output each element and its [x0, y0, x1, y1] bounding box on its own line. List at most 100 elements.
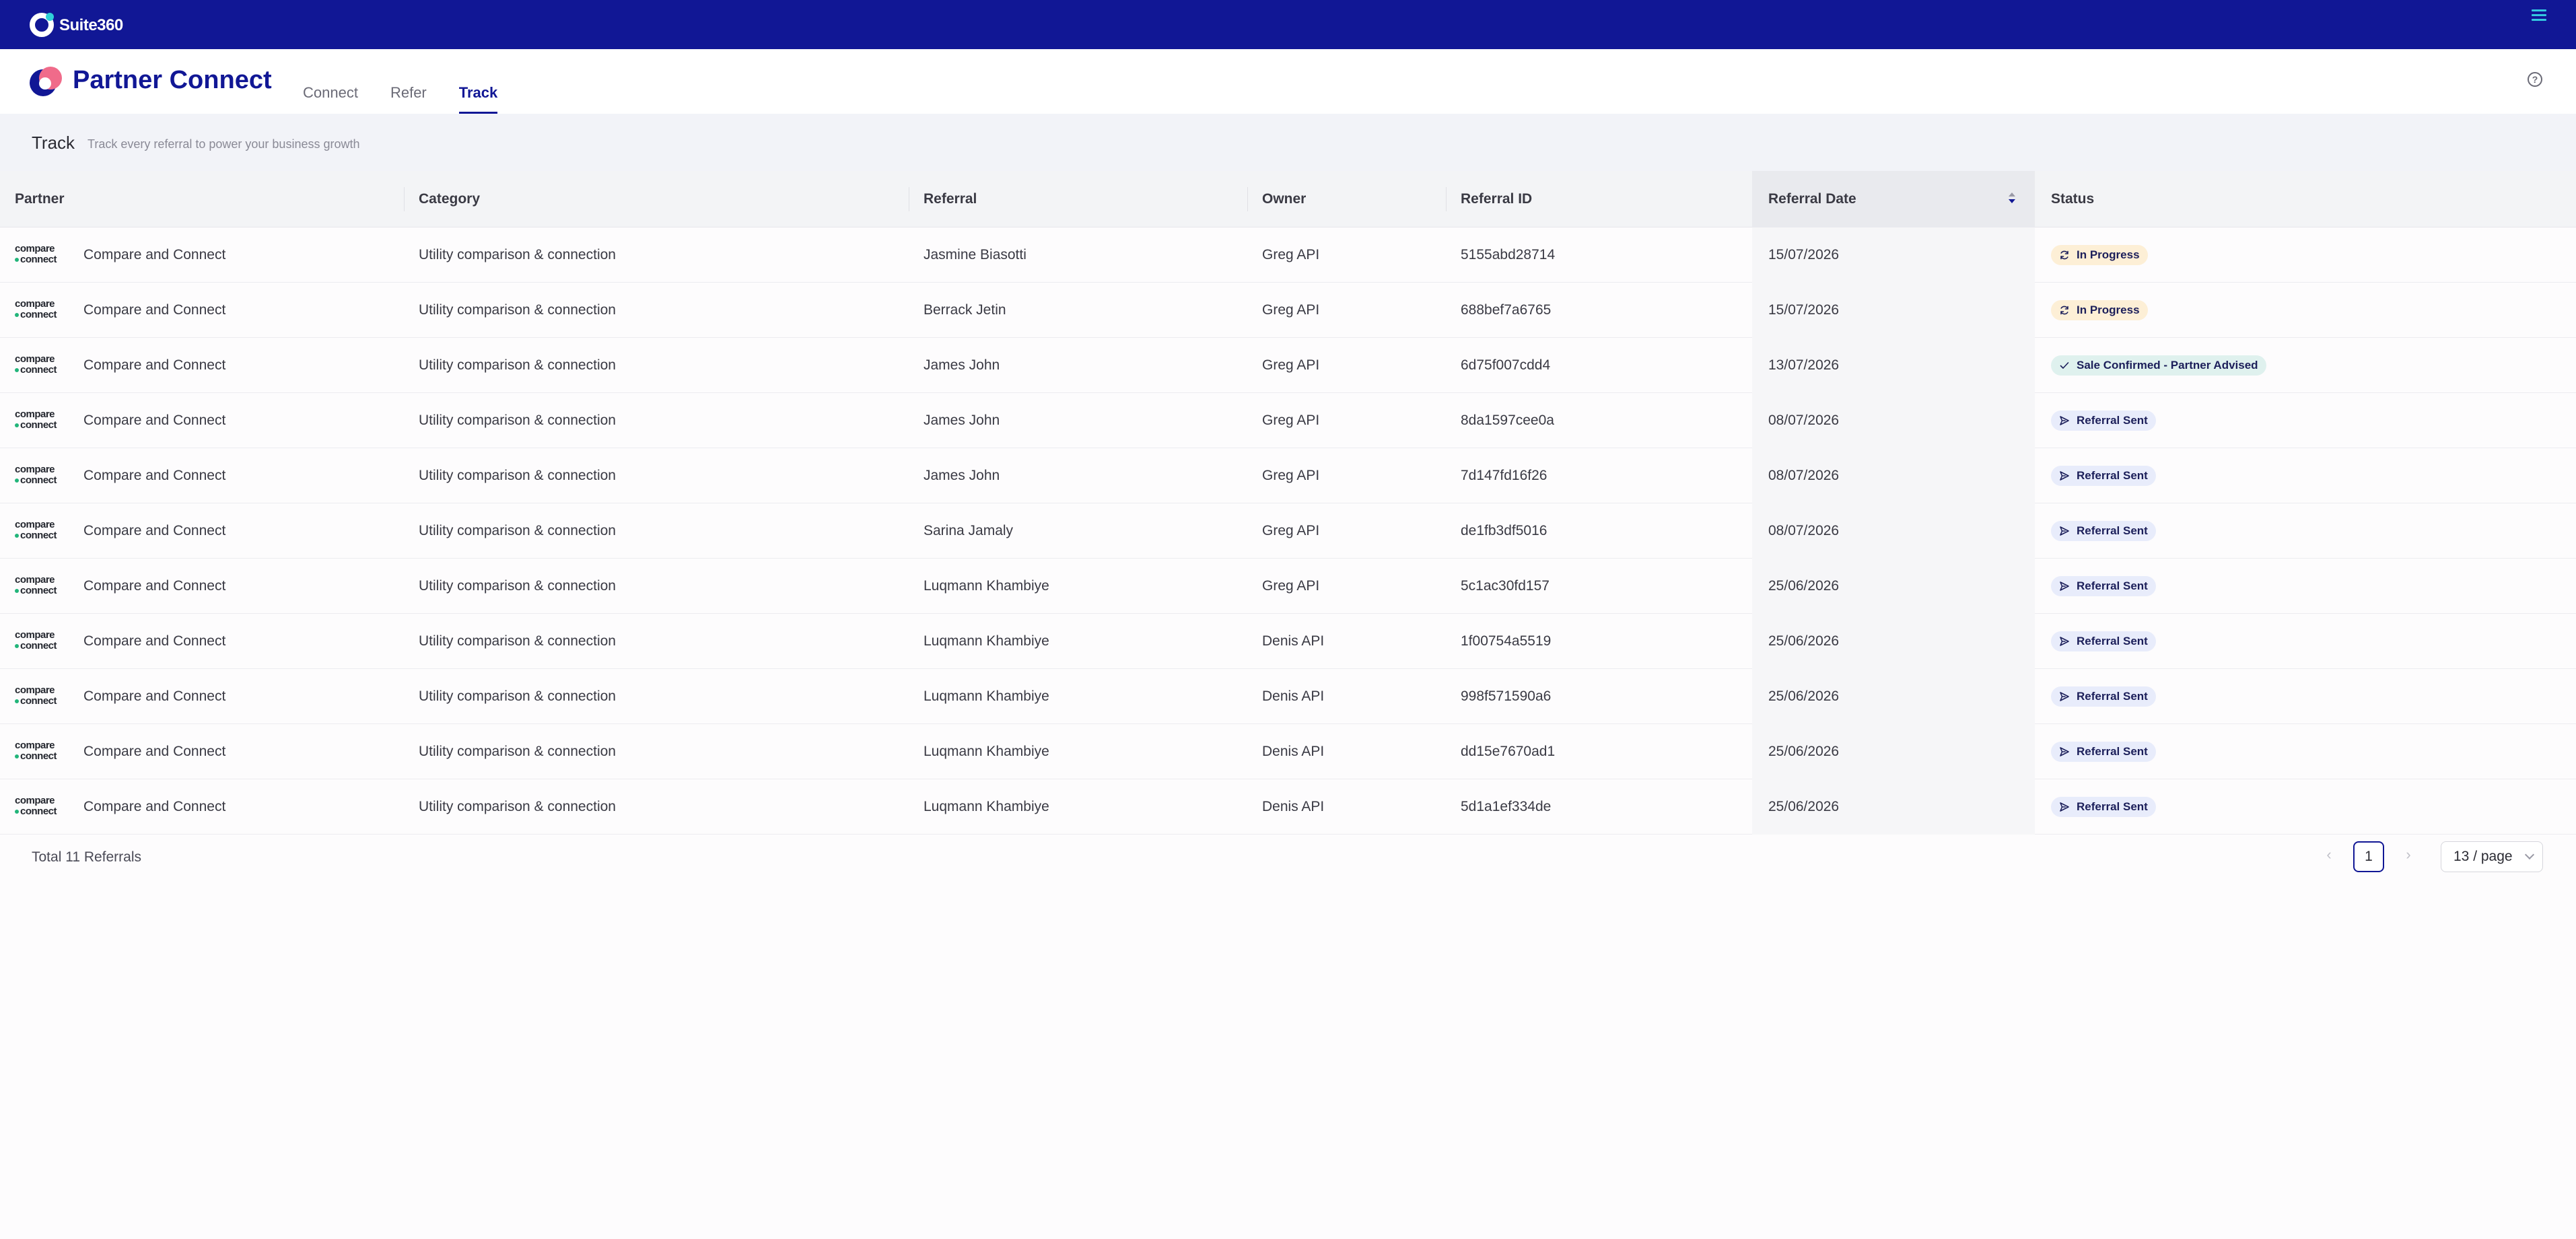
hamburger-menu-icon[interactable]	[2532, 9, 2546, 22]
column-header-status: Status	[2051, 191, 2095, 207]
status-badge-referral-sent: Referral Sent	[2051, 466, 2156, 486]
chevron-left-icon[interactable]: ‹	[2321, 841, 2337, 868]
referral-name-cell: Jasmine Biasotti	[924, 247, 1026, 262]
owner-cell: Greg API	[1262, 468, 1320, 483]
partner-logo-icon: compare connect	[15, 740, 73, 765]
section-title: Track	[32, 133, 75, 153]
referral-date-cell: 25/06/2026	[1768, 799, 1840, 814]
owner-cell: Greg API	[1262, 302, 1320, 318]
category-cell: Utility comparison & connection	[419, 247, 616, 262]
referral-name-cell: Luqmann Khambiye	[924, 799, 1049, 814]
owner-cell: Denis API	[1262, 744, 1325, 759]
referrals-table: Partner Category Referral Owner Referral…	[0, 171, 2576, 835]
partner-name: Compare and Connect	[83, 413, 226, 428]
app-brand[interactable]: Suite360	[59, 16, 123, 35]
column-header-category: Category	[419, 191, 481, 207]
referral-name-cell: James John	[924, 413, 1000, 428]
tab-refer[interactable]: Refer	[390, 81, 427, 114]
referral-id-cell: dd15e7670ad1	[1461, 744, 1556, 759]
partner-logo-icon: compare connect	[15, 685, 73, 709]
table-row[interactable]: compare connect Compare and Connect Utility…	[0, 503, 2576, 559]
partner-logo-icon: compare connect	[15, 299, 73, 323]
referral-id-cell: 1f00754a5519	[1461, 633, 1552, 649]
referral-name-cell: James John	[924, 357, 1000, 373]
status-badge-referral-sent: Referral Sent	[2051, 631, 2156, 651]
send-icon	[2060, 802, 2069, 812]
nav-tabs: Connect Refer Track	[303, 81, 530, 114]
section-header: Track Track every referral to power your…	[0, 114, 2576, 171]
partner-name: Compare and Connect	[83, 578, 226, 594]
partner-name: Compare and Connect	[83, 357, 226, 373]
sync-icon	[2060, 250, 2068, 260]
owner-cell: Greg API	[1262, 413, 1320, 428]
check-icon	[2060, 362, 2069, 369]
tab-connect[interactable]: Connect	[303, 81, 358, 114]
partner-logo-icon: compare connect	[15, 244, 73, 268]
table-row[interactable]: compare connect Compare and Connect Utility…	[0, 779, 2576, 835]
column-header-referral: Referral	[924, 191, 977, 207]
table-row[interactable]: compare connect Compare and Connect Utility…	[0, 724, 2576, 779]
category-cell: Utility comparison & connection	[419, 633, 616, 649]
section-description: Track every referral to power your busin…	[88, 137, 360, 151]
table-row[interactable]: compare connect Compare and Connect Utility…	[0, 338, 2576, 393]
send-icon	[2060, 471, 2069, 481]
page-header: Partner Connect Connect Refer Track ?	[0, 49, 2576, 114]
owner-cell: Greg API	[1262, 247, 1320, 262]
send-icon	[2060, 692, 2069, 701]
partner-logo-icon: compare connect	[15, 354, 73, 378]
table-row[interactable]: compare connect Compare and Connect Utility…	[0, 283, 2576, 338]
partner-logo-icon: compare connect	[15, 795, 73, 820]
status-badge-referral-sent: Referral Sent	[2051, 797, 2156, 817]
tab-track[interactable]: Track	[458, 81, 498, 114]
partner-logo-icon: compare connect	[15, 575, 73, 599]
suite360-logo-icon[interactable]	[30, 13, 54, 37]
referral-name-cell: Luqmann Khambiye	[924, 633, 1049, 649]
column-header-referral-date-cell[interactable]: Referral Date	[1752, 171, 2035, 227]
referral-id-cell: 998f571590a6	[1461, 688, 1552, 704]
referral-name-cell: Berrack Jetin	[924, 302, 1006, 318]
category-cell: Utility comparison & connection	[419, 799, 616, 814]
send-icon	[2060, 526, 2069, 536]
referral-name-cell: Luqmann Khambiye	[924, 688, 1049, 704]
table-row[interactable]: compare connect Compare and Connect Utility…	[0, 227, 2576, 283]
table-row[interactable]: compare connect Compare and Connect Utility…	[0, 614, 2576, 669]
table-row[interactable]: compare connect Compare and Connect Utility…	[0, 448, 2576, 503]
page-size-select[interactable]: 13 / page	[2441, 841, 2543, 872]
sort-icon[interactable]	[2008, 192, 2016, 207]
send-icon	[2060, 747, 2069, 756]
owner-cell: Denis API	[1262, 688, 1325, 704]
partner-name: Compare and Connect	[83, 523, 226, 538]
column-header-referral-date: Referral Date	[1768, 191, 1856, 207]
referral-date-cell: 08/07/2026	[1768, 413, 1840, 428]
owner-cell: Denis API	[1262, 633, 1325, 649]
page-number-button[interactable]: 1	[2353, 841, 2384, 872]
owner-cell: Greg API	[1262, 578, 1320, 594]
category-cell: Utility comparison & connection	[419, 744, 616, 759]
referral-id-cell: 8da1597cee0a	[1461, 413, 1554, 428]
partner-name: Compare and Connect	[83, 302, 226, 318]
partner-logo-icon: compare connect	[15, 630, 73, 654]
table-row[interactable]: compare connect Compare and Connect Utility…	[0, 393, 2576, 448]
status-badge-referral-sent: Referral Sent	[2051, 521, 2156, 541]
partner-name: Compare and Connect	[83, 633, 226, 649]
referral-id-cell: 5c1ac30fd157	[1461, 578, 1550, 594]
referral-date-cell: 15/07/2026	[1768, 247, 1840, 262]
referral-date-cell: 25/06/2026	[1768, 633, 1840, 649]
chevron-down-icon	[2524, 849, 2535, 860]
chevron-right-icon[interactable]: ›	[2400, 841, 2416, 868]
partner-logo-icon: compare connect	[15, 464, 73, 489]
status-badge-in-progress: In Progress	[2051, 300, 2148, 320]
partner-name: Compare and Connect	[83, 468, 226, 483]
referral-name-cell: Luqmann Khambiye	[924, 578, 1049, 594]
help-icon[interactable]: ?	[2528, 72, 2542, 87]
status-badge-referral-sent: Referral Sent	[2051, 742, 2156, 762]
partner-name: Compare and Connect	[83, 688, 226, 704]
table-body: compare connect Compare and Connect Utility…	[0, 227, 2576, 835]
status-badge-referral-sent: Referral Sent	[2051, 686, 2156, 707]
sync-icon	[2060, 306, 2068, 315]
table-row[interactable]: compare connect Compare and Connect Utility…	[0, 669, 2576, 724]
owner-cell: Greg API	[1262, 523, 1320, 538]
category-cell: Utility comparison & connection	[419, 413, 616, 428]
column-header-owner: Owner	[1262, 191, 1307, 207]
table-row[interactable]: compare connect Compare and Connect Utility…	[0, 559, 2576, 614]
